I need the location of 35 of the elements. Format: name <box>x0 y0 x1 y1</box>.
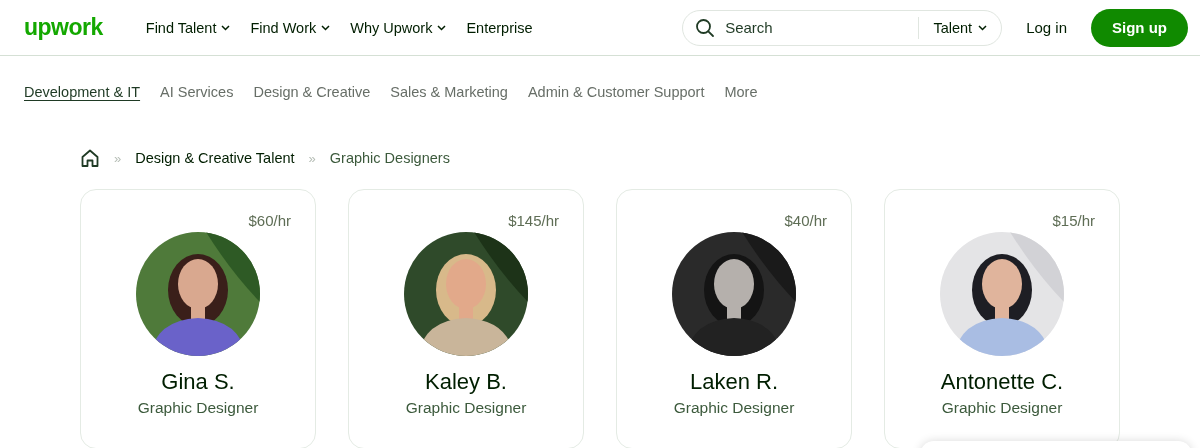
hourly-rate: $60/hr <box>248 212 291 229</box>
freelancer-name[interactable]: Gina S. <box>161 369 235 395</box>
freelancer-name[interactable]: Antonette C. <box>940 369 1064 395</box>
breadcrumb-link[interactable]: Graphic Designers <box>329 150 450 166</box>
nav-link[interactable]: Find Work <box>241 13 340 42</box>
category-link[interactable]: AI Services <box>160 82 234 102</box>
chevron-down-icon <box>221 24 231 31</box>
breadcrumb-separator: » <box>114 150 122 166</box>
hourly-rate: $15/hr <box>1052 212 1095 229</box>
breadcrumb-separator: » <box>308 150 316 166</box>
freelancer-name[interactable]: Laken R. <box>689 369 779 395</box>
freelancer-title: Graphic Designer <box>405 399 527 417</box>
search-icon <box>695 17 716 38</box>
nav-link[interactable]: Enterprise <box>457 13 542 42</box>
search-scope-dropdown[interactable]: Talent <box>933 19 988 36</box>
category-link[interactable]: More <box>724 82 758 102</box>
chevron-down-icon <box>437 24 447 31</box>
freelancer-title: Graphic Designer <box>673 399 795 417</box>
category-link[interactable]: Sales & Marketing <box>390 82 508 102</box>
freelancer-name[interactable]: Kaley B. <box>425 369 507 395</box>
freelancer-title: Graphic Designer <box>137 399 259 417</box>
hourly-rate: $145/hr <box>508 212 559 229</box>
chevron-down-icon <box>321 24 331 31</box>
category-link[interactable]: Design & Creative <box>253 82 371 102</box>
nav-link[interactable]: Why Upwork <box>341 13 456 42</box>
hourly-rate: $40/hr <box>784 212 827 229</box>
login-link[interactable]: Log in <box>1026 19 1067 36</box>
chevron-down-icon <box>978 24 988 31</box>
category-link[interactable]: Admin & Customer Support <box>527 82 705 102</box>
nav-link[interactable]: Find Talent <box>136 13 240 42</box>
breadcrumb-link[interactable]: Design & Creative Talent <box>135 150 295 166</box>
freelancer-title: Graphic Designer <box>941 399 1063 417</box>
home-icon[interactable] <box>80 148 100 168</box>
category-link[interactable]: Development & IT <box>24 82 141 102</box>
signup-button[interactable]: Sign up <box>1091 8 1188 47</box>
